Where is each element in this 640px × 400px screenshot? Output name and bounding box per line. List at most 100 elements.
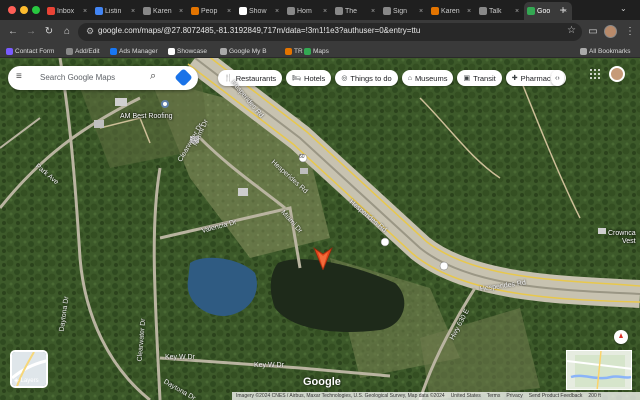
tab-label: Hom xyxy=(297,7,312,15)
close-tab-icon[interactable]: × xyxy=(515,8,521,15)
tab-1[interactable]: Listin × xyxy=(92,2,140,20)
bookmark-2[interactable]: Ads Manager xyxy=(110,45,158,57)
tab-label: Peop xyxy=(201,7,218,15)
bookmark-4[interactable]: Google My B xyxy=(220,45,267,57)
category-chips: 🍴 Restaurants 🛏 Hotels ◎ Things to do ⌂ Museums… xyxy=(218,70,567,86)
bookmark-label: TR xyxy=(294,47,303,55)
chip-transit[interactable]: ▣ Transit xyxy=(457,70,502,86)
close-tab-icon[interactable]: × xyxy=(323,8,329,15)
bookmark-6[interactable]: Maps xyxy=(304,45,329,57)
road-label-key-w-1: Key W Dr xyxy=(165,354,195,361)
gmail-icon xyxy=(47,7,55,15)
talk-icon xyxy=(479,7,487,15)
minimize-window-button[interactable] xyxy=(20,6,28,14)
tab-label: Karen xyxy=(153,7,172,15)
close-tab-icon[interactable]: × xyxy=(227,8,233,15)
search-box[interactable]: ≡ Search Google Maps ⌕ xyxy=(8,66,198,90)
country-link[interactable]: United States xyxy=(451,393,481,399)
bookmark-label: Showcase xyxy=(177,47,207,55)
tab-9[interactable]: Talk × xyxy=(476,2,524,20)
tab-4[interactable]: Show × xyxy=(236,2,284,20)
search-input[interactable]: Search Google Maps xyxy=(40,73,115,82)
site-info-icon[interactable]: ⚙ xyxy=(86,26,94,37)
bookmark-1[interactable]: Add/Edit xyxy=(66,45,100,57)
place-label-crowncrest-2[interactable]: Vest xyxy=(622,238,636,245)
cast-icon[interactable]: ▭ xyxy=(586,25,600,39)
close-tab-icon[interactable]: × xyxy=(83,8,89,15)
layers-button[interactable]: ◈ Layers xyxy=(10,350,48,388)
chip-label: Things to do xyxy=(350,73,392,83)
close-window-button[interactable] xyxy=(8,6,16,14)
chip-label: Restaurants xyxy=(235,73,277,83)
google-apps-icon[interactable] xyxy=(590,69,600,79)
chip-things-to-do[interactable]: ◎ Things to do xyxy=(335,70,398,86)
bookmark-0[interactable]: Contact Form xyxy=(6,45,54,57)
tab-3[interactable]: Peop × xyxy=(188,2,236,20)
place-marker-icon[interactable] xyxy=(161,100,169,108)
forward-button[interactable]: → xyxy=(24,25,38,39)
tab-0[interactable]: Inbox × xyxy=(44,2,92,20)
maps-icon xyxy=(527,7,535,15)
account-avatar[interactable] xyxy=(609,66,625,82)
close-tab-icon[interactable]: × xyxy=(467,8,473,15)
chips-scroll-button[interactable]: ‹› xyxy=(551,70,564,86)
tab-2[interactable]: Karen × xyxy=(140,2,188,20)
bookmark-label: Google My B xyxy=(229,47,267,55)
tab-7[interactable]: Sign × xyxy=(380,2,428,20)
tab-5[interactable]: Hom × xyxy=(284,2,332,20)
close-tab-icon[interactable]: × xyxy=(371,8,377,15)
profile-avatar[interactable] xyxy=(604,25,617,38)
maximize-window-button[interactable] xyxy=(32,6,40,14)
terms-link[interactable]: Terms xyxy=(487,393,501,399)
bed-icon: 🛏 xyxy=(292,75,302,82)
compass-icon[interactable] xyxy=(614,330,628,344)
browser-toolbar: ← → ↻ ⌂ ⚙ google.com/maps/@27.8072485,-8… xyxy=(0,20,640,44)
bookmark-favicon-icon xyxy=(168,47,175,55)
directions-icon[interactable] xyxy=(174,68,193,87)
close-tab-icon[interactable]: × xyxy=(179,8,185,15)
tab-label: Karen xyxy=(441,7,460,15)
place-label-am-best-roofing[interactable]: AM Best Roofing xyxy=(120,113,173,120)
all-bookmarks-button[interactable]: All Bookmarks xyxy=(580,45,631,57)
bookmark-label: Contact Form xyxy=(15,47,55,55)
bookmark-star-icon[interactable]: ☆ xyxy=(567,25,576,36)
browser-menu-icon[interactable]: ⋮ xyxy=(623,25,637,39)
new-tab-button[interactable]: + xyxy=(556,3,570,17)
tab-8[interactable]: Karen × xyxy=(428,2,476,20)
reload-button[interactable]: ↻ xyxy=(42,25,56,39)
bookmark-5[interactable]: TR xyxy=(285,45,303,57)
chip-label: Transit xyxy=(473,73,496,83)
chip-restaurants[interactable]: 🍴 Restaurants xyxy=(218,70,283,86)
overview-minimap[interactable] xyxy=(566,350,632,390)
chip-hotels[interactable]: 🛏 Hotels xyxy=(286,70,332,86)
feedback-link[interactable]: Send Product Feedback xyxy=(529,393,583,399)
tab-strip: Inbox × Listin × Karen × Peop × Show × Hom × The × Sig… xyxy=(0,0,640,20)
tab-search-icon[interactable]: ⌄ xyxy=(620,4,627,13)
the-icon xyxy=(335,7,343,15)
tab-label: Show xyxy=(249,7,267,15)
bookmark-3[interactable]: Showcase xyxy=(168,45,207,57)
place-label-crowncrest[interactable]: Crownca xyxy=(608,230,636,237)
back-button[interactable]: ← xyxy=(6,25,20,39)
tab-6[interactable]: The × xyxy=(332,2,380,20)
close-tab-icon[interactable]: × xyxy=(419,8,425,15)
karen-icon xyxy=(143,7,151,15)
map-footer: Imagery ©2024 CNES / Airbus, Maxar Techn… xyxy=(232,392,640,400)
address-bar[interactable]: ⚙ google.com/maps/@27.8072485,-81.319284… xyxy=(78,23,582,41)
privacy-link[interactable]: Privacy xyxy=(506,393,522,399)
close-tab-icon[interactable]: × xyxy=(275,8,281,15)
menu-icon[interactable]: ≡ xyxy=(16,72,26,82)
chip-museums[interactable]: ⌂ Museums xyxy=(401,70,454,86)
bookmark-favicon-icon xyxy=(285,47,292,55)
search-icon[interactable]: ⌕ xyxy=(150,70,156,83)
bookmarks-bar: Contact Form Add/Edit Ads Manager Showcase G… xyxy=(0,44,640,58)
chevron-right-icon: ‹› xyxy=(555,74,560,82)
bookmark-favicon-icon xyxy=(66,47,73,55)
url-text[interactable]: google.com/maps/@27.8072485,-81.3192849,… xyxy=(98,26,518,35)
close-tab-icon[interactable]: × xyxy=(131,8,137,15)
tab-label: Listin xyxy=(105,7,122,15)
home-icon[interactable]: ⌂ xyxy=(60,25,74,39)
scale-bar[interactable]: 200 ft xyxy=(588,393,601,399)
bookmark-label: Ads Manager xyxy=(119,47,158,55)
map-canvas[interactable]: ≡ Search Google Maps ⌕ 🍴 Restaurants 🛏 Hote… xyxy=(0,58,640,400)
